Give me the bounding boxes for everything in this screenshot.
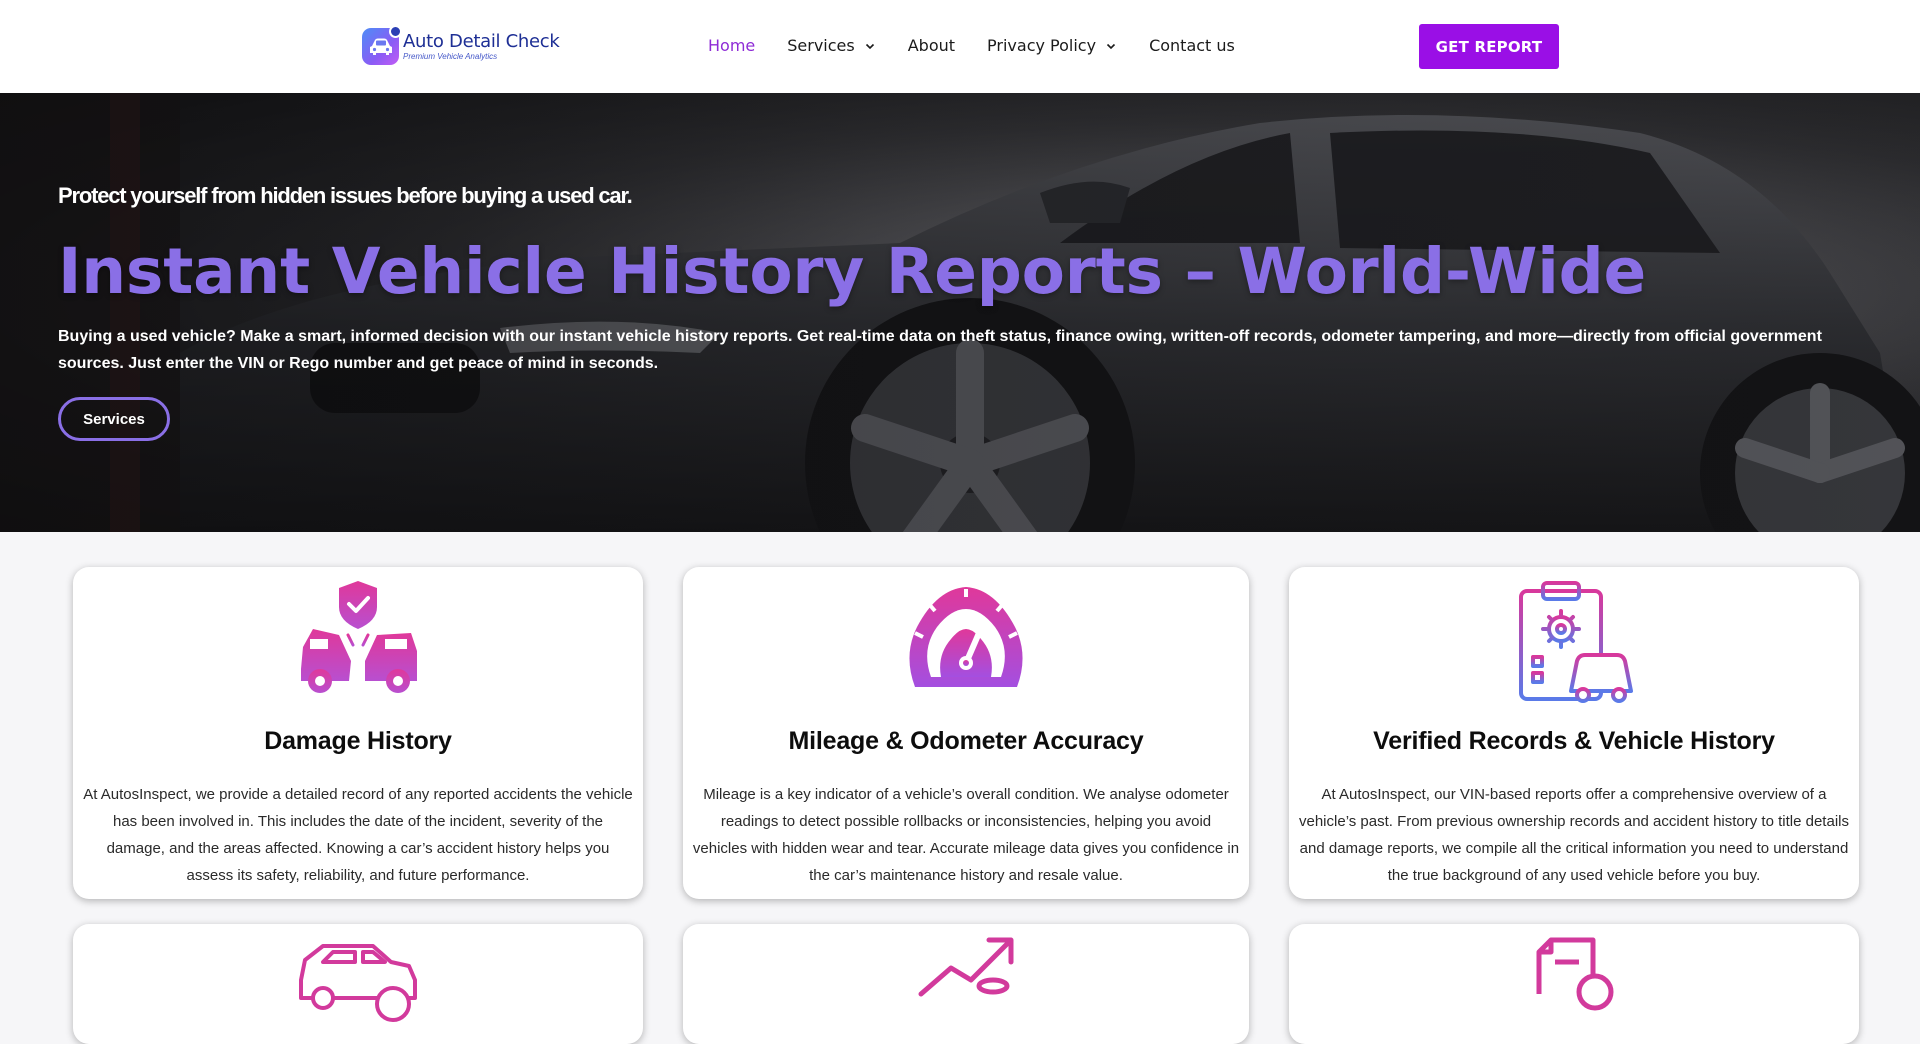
feature-card-lower-2 — [683, 924, 1249, 1044]
car-logo-icon — [362, 25, 402, 65]
feature-card-mileage-odometer: Mileage & Odometer Accuracy Mileage is a… — [683, 567, 1249, 899]
brand-title: Auto Detail Check — [403, 30, 560, 52]
nav-item-label: Home — [708, 36, 756, 55]
hero-overlay — [0, 93, 1920, 532]
nav-item-label: Privacy Policy — [987, 36, 1097, 55]
feature-card-damage-history: Damage History At AutosInspect, we provi… — [73, 567, 643, 899]
hero-banner: Protect yourself from hidden issues befo… — [0, 93, 1920, 532]
get-report-button[interactable]: GET REPORT — [1419, 24, 1559, 69]
services-button[interactable]: Services — [58, 397, 170, 441]
card-text: Mileage is a key indicator of a vehicle’… — [692, 786, 1240, 884]
hero-kicker: Protect yourself from hidden issues befo… — [58, 183, 633, 208]
card-text: At AutosInspect, we provide a detailed r… — [83, 786, 633, 884]
chevron-down-icon — [1107, 43, 1116, 49]
hero-description: Buying a used vehicle? Make a smart, inf… — [58, 328, 1822, 372]
nav-item-label: Services — [787, 36, 855, 55]
clipboard-car-gear-icon — [1519, 581, 1633, 703]
nav-item-services[interactable]: Services — [787, 36, 875, 55]
card-title: Mileage & Odometer Accuracy — [788, 727, 1144, 755]
card-title: Verified Records & Vehicle History — [1373, 727, 1775, 755]
nav-item-label: About — [907, 36, 956, 55]
brand-tagline: Premium Vehicle Analytics — [403, 51, 498, 61]
speedometer-icon — [909, 587, 1023, 687]
nav-item-label: Contact us — [1149, 36, 1235, 55]
card-title: Damage History — [264, 727, 452, 755]
nav-item-privacy-policy[interactable]: Privacy Policy — [987, 36, 1117, 55]
feature-card-lower-3 — [1289, 924, 1859, 1044]
card-text: At AutosInspect, our VIN-based reports o… — [1299, 786, 1849, 884]
growth-chart-coins-icon — [918, 937, 1014, 997]
brand-logo[interactable]: Auto Detail Check Premium Vehicle Analyt… — [362, 25, 560, 65]
nav-item-contact-us[interactable]: Contact us — [1149, 36, 1235, 55]
document-check-icon — [1536, 937, 1614, 1011]
feature-card-verified-records: Verified Records & Vehicle History At Au… — [1289, 567, 1859, 899]
main-nav: Home Services About Privacy Policy Conta… — [708, 36, 1267, 55]
car-search-icon — [299, 944, 417, 1022]
chevron-down-icon — [865, 43, 874, 49]
nav-item-home[interactable]: Home — [708, 36, 755, 55]
feature-card-lower-1 — [73, 924, 643, 1044]
site-header: Auto Detail Check Premium Vehicle Analyt… — [0, 0, 1920, 93]
car-crash-shield-icon — [301, 581, 417, 693]
nav-item-about[interactable]: About — [908, 36, 955, 55]
hero-title: Instant Vehicle History Reports – World-… — [58, 235, 1647, 308]
